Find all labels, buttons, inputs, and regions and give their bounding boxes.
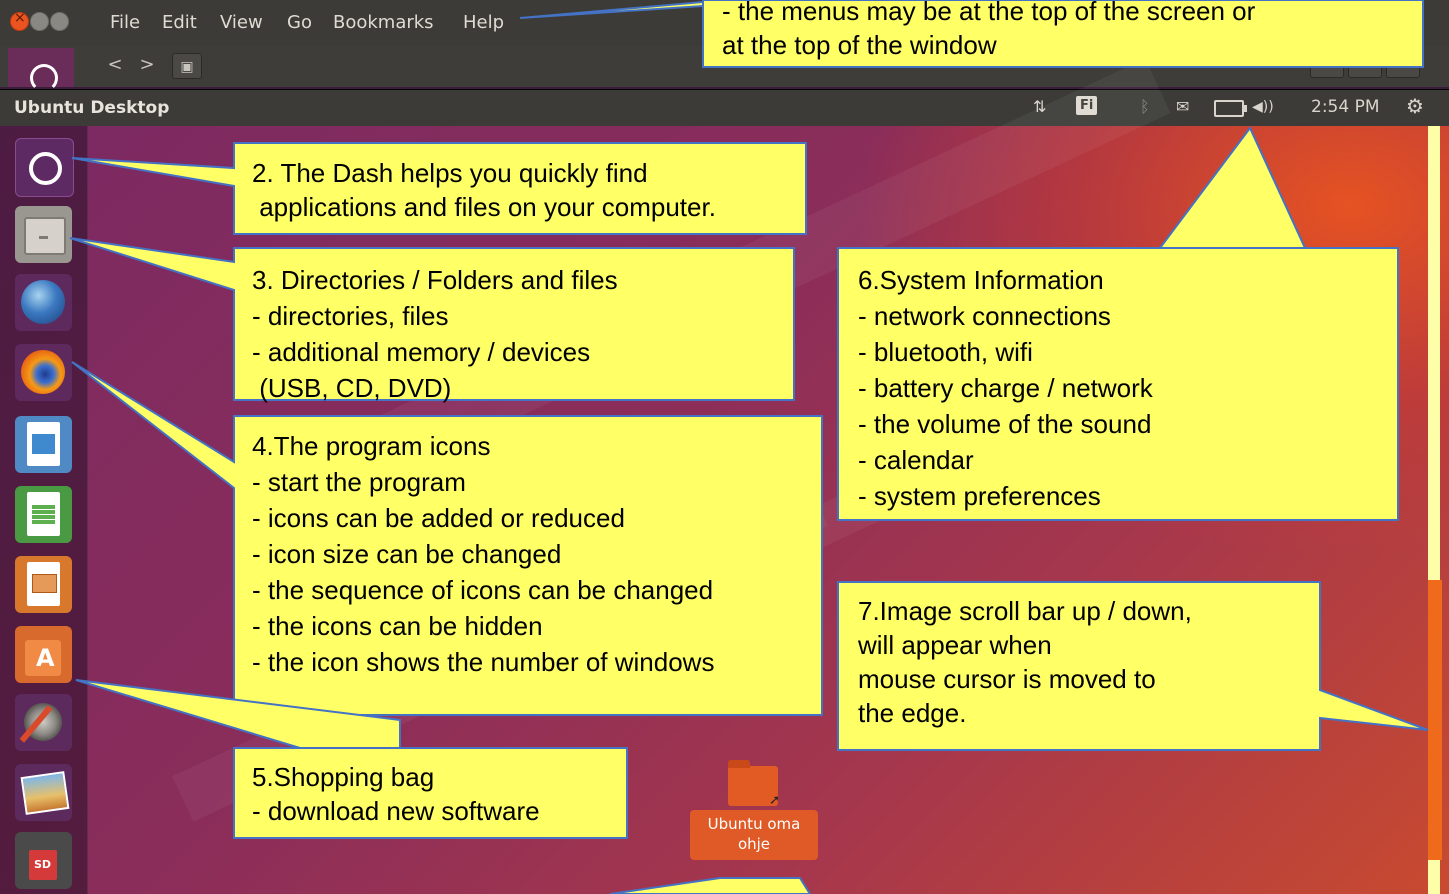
desktop-background [0,58,1449,894]
callout-scrollbar-line4: the edge. [858,698,967,728]
callout-scrollbar-line1: 7.Image scroll bar up / down, [858,596,1192,626]
launcher-photos-icon[interactable] [15,764,72,821]
callout-programs-line7: - the icon shows the number of windows [252,647,715,677]
callout-folders-text: 3. Directories / Folders and files - dire… [252,262,618,406]
callout-programs-line3: - icons can be added or reduced [252,503,625,533]
location-icon[interactable]: ▣ [172,53,202,79]
callout-system-line3: - bluetooth, wifi [858,337,1033,367]
callout-shopping-text: 5.Shopping bag - download new software [252,760,540,828]
top-panel: Ubuntu Desktop ⇅ Fi ᛒ ✉ ◀)) 2:54 PM ⚙ [0,89,1449,126]
callout-system-text: 6.System Information - network connection… [858,262,1153,514]
sd-label: SD [34,858,52,871]
callout-programs-line4: - icon size can be changed [252,539,562,569]
desktop-folder-label: Ubuntu oma ohje [690,810,818,860]
menu-view[interactable]: View [220,12,263,33]
panel-title: Ubuntu Desktop [14,98,170,118]
mail-icon[interactable]: ✉ [1176,97,1189,116]
callout-programs-text: 4.The program icons - start the program - … [252,428,714,680]
search-button[interactable] [1310,52,1344,78]
callout-scrollbar-text: 7.Image scroll bar up / down, will appear… [858,594,1192,730]
callout-menu-note-line1: - the menus may be at the top of the scr… [722,0,1256,26]
callout-folders-line1: 3. Directories / Folders and files [252,265,618,295]
minimize-window-button[interactable] [30,12,49,31]
callout-scrollbar-line3: mouse cursor is moved to [858,664,1156,694]
scroll-bar-thumb[interactable] [1428,580,1442,860]
launcher-sd-card-icon[interactable]: SD [15,832,72,889]
volume-icon[interactable]: ◀)) [1252,99,1274,115]
launcher-settings-icon[interactable] [15,694,72,751]
close-window-button[interactable] [10,10,29,31]
callout-system-line2: - network connections [858,301,1111,331]
menu-bookmarks[interactable]: Bookmarks [333,12,434,33]
callout-shopping-line2: - download new software [252,796,540,826]
callout-programs-line6: - the icons can be hidden [252,611,543,641]
folder-icon [728,760,780,808]
launcher-firefox-icon[interactable] [15,344,72,401]
menu-file[interactable]: File [110,12,140,33]
maximize-window-button[interactable] [50,12,69,31]
menu-button[interactable] [1386,52,1420,78]
launcher-files-icon[interactable] [15,206,72,263]
callout-system-line7: - system preferences [858,481,1101,511]
callout-programs-line5: - the sequence of icons can be changed [252,575,714,605]
callout-system-line4: - battery charge / network [858,373,1153,403]
launcher: A SD [0,126,88,894]
clock[interactable]: 2:54 PM [1311,97,1380,117]
launcher-software-center-icon[interactable]: A [15,626,72,683]
callout-dash-line2: applications and files on your computer. [252,192,716,222]
menu-go[interactable]: Go [287,12,312,33]
desktop-folder-label-line2: ohje [737,835,771,853]
launcher-calc-icon[interactable] [15,486,72,543]
callout-system-line5: - the volume of the sound [858,409,1152,439]
callout-folders-line3: - additional memory / devices [252,337,591,367]
menu-edit[interactable]: Edit [162,12,197,33]
callout-scrollbar-line2: will appear when [858,630,1052,660]
launcher-thunderbird-icon[interactable] [15,274,72,331]
callout-folders-line2: - directories, files [252,301,449,331]
launcher-writer-icon[interactable] [15,416,72,473]
callout-programs-line2: - start the program [252,467,466,497]
callout-shopping-line1: 5.Shopping bag [252,762,435,792]
callout-dash-text: 2. The Dash helps you quickly find appli… [252,156,716,224]
callout-dash-line1: 2. The Dash helps you quickly find [252,158,648,188]
callout-system-line1: 6.System Information [858,265,1104,295]
back-button[interactable]: < [98,52,132,78]
callout-menu-note-text: - the menus may be at the top of the scr… [722,0,1255,62]
launcher-dash-partial[interactable] [8,48,74,92]
launcher-dash-icon[interactable] [15,138,74,197]
callout-folders-line4: (USB, CD, DVD) [252,373,452,403]
battery-icon[interactable] [1214,100,1247,117]
menu-help[interactable]: Help [463,12,504,33]
gear-icon[interactable]: ⚙ [1406,94,1424,118]
shopping-bag-icon: A [36,644,55,672]
desktop-folder-label-line1: Ubuntu oma [707,815,801,833]
callout-programs-line1: 4.The program icons [252,431,491,461]
forward-button[interactable]: > [130,52,164,78]
callout-menu-note-line2: at the top of the window [722,30,997,60]
ubuntu-logo-icon [30,64,58,92]
view-toggle-button[interactable] [1348,52,1382,78]
launcher-impress-icon[interactable] [15,556,72,613]
callout-system-line6: - calendar [858,445,974,475]
